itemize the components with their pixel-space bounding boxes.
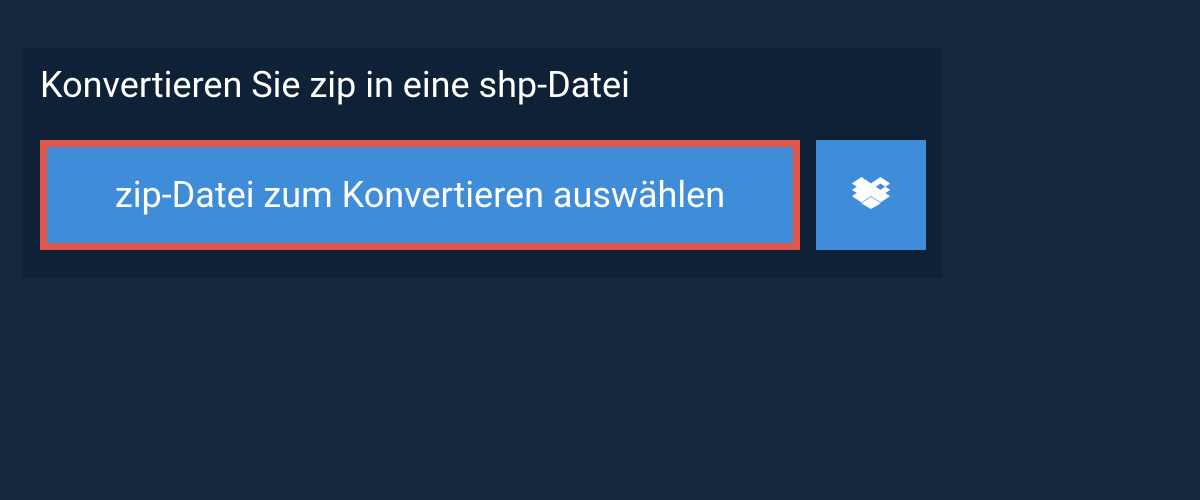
select-file-button-label: zip-Datei zum Konvertieren auswählen [115,174,725,216]
page-title: Konvertieren Sie zip in eine shp-Datei [22,48,658,122]
button-row: zip-Datei zum Konvertieren auswählen [22,122,942,278]
converter-panel: Konvertieren Sie zip in eine shp-Datei z… [22,48,942,278]
select-file-button[interactable]: zip-Datei zum Konvertieren auswählen [40,140,800,250]
dropbox-icon [852,174,890,216]
dropbox-button[interactable] [816,140,926,250]
